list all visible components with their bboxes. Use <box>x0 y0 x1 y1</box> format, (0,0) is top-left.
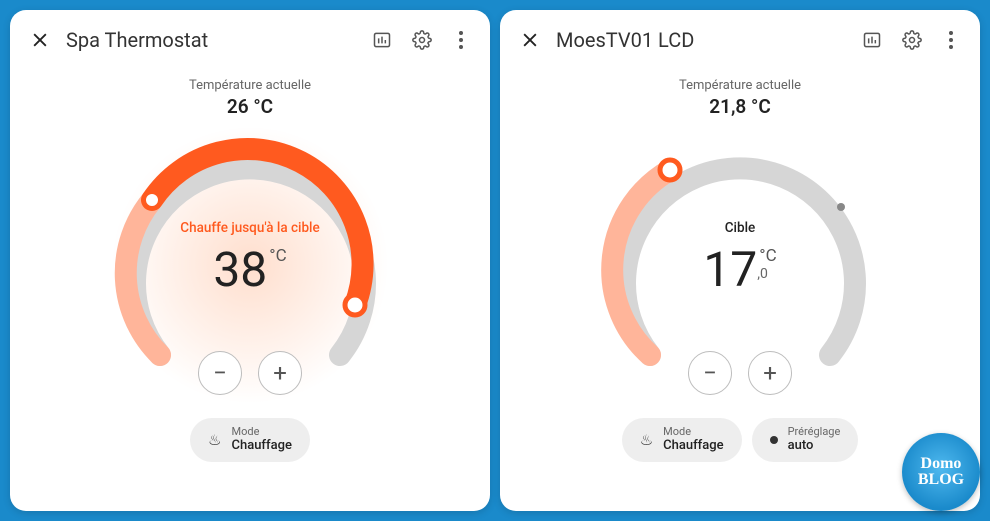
history-icon[interactable] <box>862 30 882 50</box>
target-temp-decimal: ,0 <box>757 266 768 282</box>
mode-value: Chauffage <box>663 439 723 454</box>
close-icon[interactable] <box>520 30 540 50</box>
flame-icon: ♨ <box>640 431 653 449</box>
decrease-button[interactable]: − <box>198 351 242 395</box>
flame-icon: ♨ <box>208 431 221 449</box>
status-text: Chauffe jusqu'à la cible <box>180 220 319 236</box>
gauge-handle-end[interactable] <box>345 295 365 315</box>
history-icon[interactable] <box>372 30 392 50</box>
mode-label: Mode <box>231 426 291 439</box>
increase-button[interactable]: + <box>748 351 792 395</box>
target-temp-value: 17 <box>703 246 757 294</box>
mode-chip[interactable]: ♨ Mode Chauffage <box>190 418 310 462</box>
status-text: Cible <box>703 220 776 236</box>
card-header: Spa Thermostat <box>30 28 470 52</box>
watermark-badge: Domo BLOG <box>902 433 980 511</box>
target-temp-unit: °C <box>759 246 776 266</box>
card-title: MoesTV01 LCD <box>556 28 846 52</box>
current-temp-label: Température actuelle <box>30 78 470 93</box>
temperature-gauge[interactable]: Chauffe jusqu'à la cible 38 °C − + <box>100 130 400 400</box>
mode-value: Chauffage <box>231 439 291 454</box>
target-temp-value: 38 <box>213 246 267 294</box>
current-temp-label: Température actuelle <box>520 78 960 93</box>
target-temp-unit: °C <box>269 246 286 266</box>
dot-icon <box>770 436 778 444</box>
current-temp-value: 26 °C <box>30 95 470 118</box>
increase-button[interactable]: + <box>258 351 302 395</box>
current-temp-value: 21,8 °C <box>520 95 960 118</box>
mode-chip[interactable]: ♨ Mode Chauffage <box>622 418 742 462</box>
more-icon[interactable] <box>452 30 470 50</box>
preset-chip[interactable]: Préréglage auto <box>752 418 859 462</box>
preset-label: Préréglage <box>788 426 841 439</box>
temperature-gauge[interactable]: Cible 17 °C ,0 − + <box>590 130 890 400</box>
gauge-current-marker <box>837 203 845 211</box>
close-icon[interactable] <box>30 30 50 50</box>
thermostat-card-moes: MoesTV01 LCD Température actuelle 21,8 °… <box>500 10 980 511</box>
gear-icon[interactable] <box>412 30 432 50</box>
thermostat-card-spa: Spa Thermostat Température actuelle 26 °… <box>10 10 490 511</box>
mode-label: Mode <box>663 426 723 439</box>
card-header: MoesTV01 LCD <box>520 28 960 52</box>
gauge-handle-start[interactable] <box>144 192 160 208</box>
gauge-handle[interactable] <box>660 160 680 180</box>
more-icon[interactable] <box>942 30 960 50</box>
preset-value: auto <box>788 439 841 454</box>
card-title: Spa Thermostat <box>66 28 356 52</box>
gear-icon[interactable] <box>902 30 922 50</box>
decrease-button[interactable]: − <box>688 351 732 395</box>
